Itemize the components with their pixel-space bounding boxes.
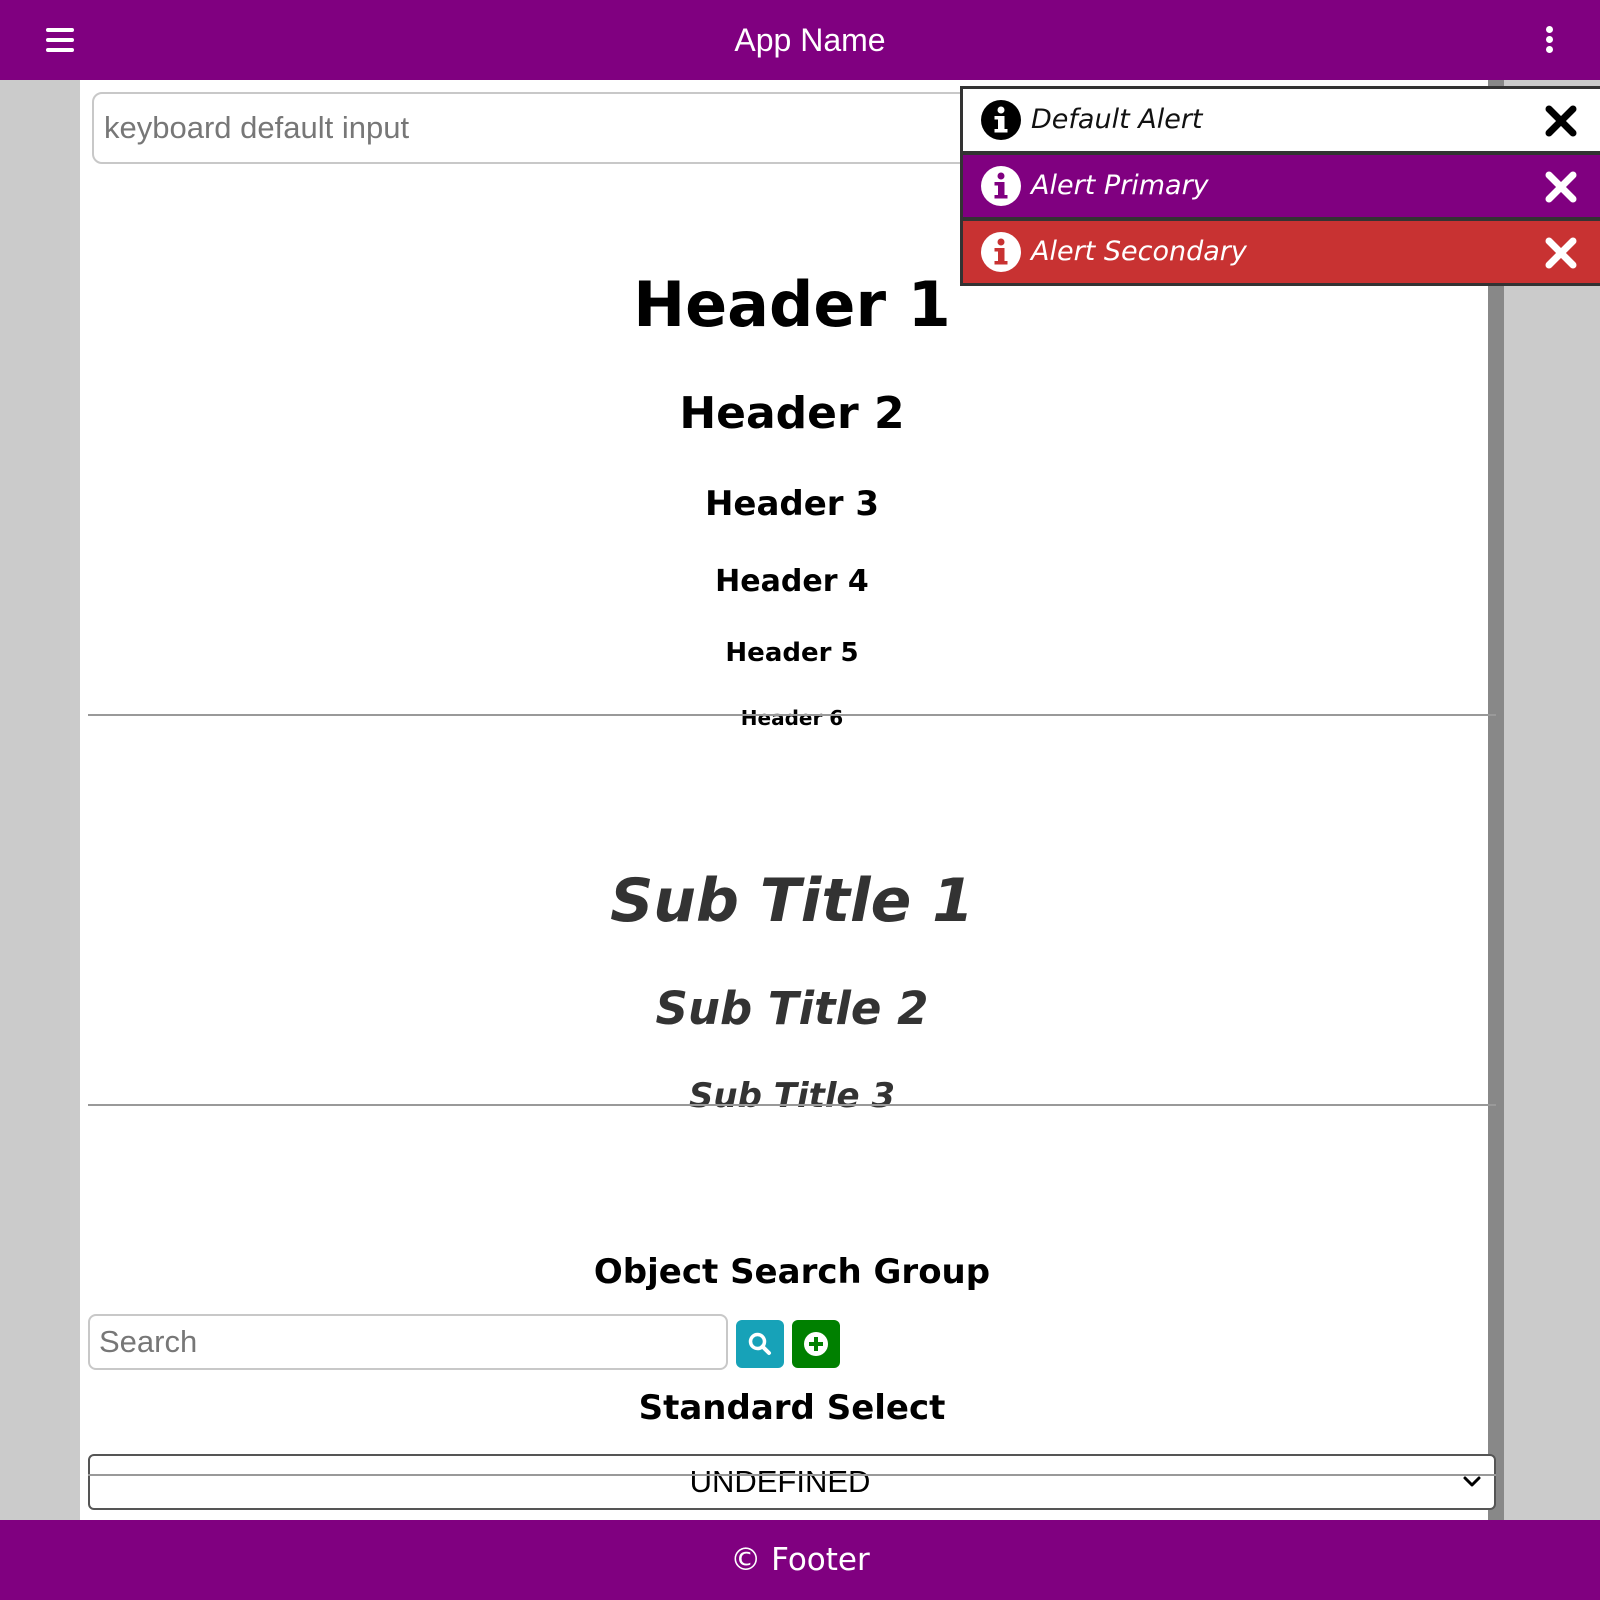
divider — [88, 1474, 1496, 1476]
sub-title-2: Sub Title 2 — [655, 982, 929, 1035]
plus-circle-icon — [804, 1332, 828, 1356]
info-icon — [981, 166, 1021, 206]
search-button[interactable] — [736, 1320, 784, 1368]
kebab-menu-button[interactable] — [1536, 22, 1560, 58]
close-icon[interactable] — [1543, 103, 1579, 139]
search-icon — [748, 1332, 771, 1355]
divider — [88, 1104, 1496, 1106]
alert-primary: Alert Primary — [963, 155, 1600, 217]
header-4: Header 4 — [715, 564, 869, 599]
header-6: Header 6 — [740, 706, 844, 730]
alert-text: Alert Primary — [1031, 170, 1209, 201]
main-content: Header 1 Header 2 Header 3 Header 4 Head… — [80, 80, 1504, 1520]
close-icon[interactable] — [1543, 235, 1579, 271]
search-input[interactable] — [88, 1314, 728, 1370]
select-title: Standard Select — [638, 1388, 946, 1428]
select-value: UNDEFINED — [689, 1464, 871, 1499]
sub-title-1: Sub Title 1 — [610, 866, 974, 936]
close-icon[interactable] — [1543, 169, 1579, 205]
alert-text: Alert Secondary — [1031, 236, 1247, 267]
standard-select[interactable]: UNDEFINED — [88, 1454, 1496, 1510]
sub-title-3: Sub Title 3 — [688, 1076, 896, 1116]
header-3: Header 3 — [704, 484, 880, 524]
app-header: App Name — [0, 0, 1600, 80]
add-button[interactable] — [792, 1320, 840, 1368]
info-icon — [981, 232, 1021, 272]
kebab-dot — [1546, 36, 1553, 43]
kebab-dot — [1546, 46, 1553, 53]
kebab-dot — [1546, 26, 1553, 33]
app-footer: © Footer — [0, 1520, 1600, 1600]
info-icon — [981, 100, 1021, 140]
alert-stack: Default Alert Alert Primary Alert Second… — [960, 86, 1600, 286]
alert-text: Default Alert — [1031, 104, 1203, 135]
alert-secondary: Alert Secondary — [963, 221, 1600, 283]
header-5: Header 5 — [725, 638, 859, 668]
header-2: Header 2 — [679, 388, 905, 439]
divider — [88, 714, 1496, 716]
search-group-title: Object Search Group — [593, 1252, 991, 1292]
app-title: App Name — [734, 22, 886, 58]
alert-default: Default Alert — [963, 89, 1600, 151]
